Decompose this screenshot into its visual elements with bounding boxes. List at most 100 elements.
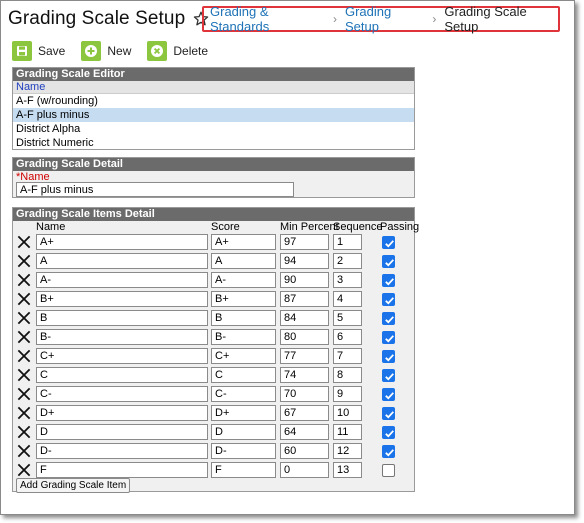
item-sequence-input[interactable] [333,462,362,478]
item-name-input[interactable] [36,234,208,250]
item-score-input[interactable] [211,291,276,307]
list-item[interactable]: A-F (w/rounding) [13,94,414,108]
item-min-percent-input[interactable] [280,424,329,440]
item-name-input[interactable] [36,253,208,269]
item-score-input[interactable] [211,386,276,402]
table-row [13,290,414,309]
item-min-percent-input[interactable] [280,405,329,421]
item-sequence-input[interactable] [333,253,362,269]
item-passing-checkbox[interactable] [382,407,395,420]
item-sequence-input[interactable] [333,386,362,402]
item-passing-checkbox[interactable] [382,388,395,401]
item-passing-checkbox[interactable] [382,236,395,249]
item-min-percent-input[interactable] [280,462,329,478]
delete-x-icon[interactable] [17,330,31,344]
item-sequence-input[interactable] [333,405,362,421]
item-passing-checkbox[interactable] [382,312,395,325]
delete-x-icon[interactable] [17,463,31,477]
item-score-input[interactable] [211,310,276,326]
item-score-input[interactable] [211,367,276,383]
toolbar: Save New Delete [12,40,224,62]
item-min-percent-input[interactable] [280,348,329,364]
item-min-percent-input[interactable] [280,443,329,459]
delete-x-icon[interactable] [17,235,31,249]
item-score-input[interactable] [211,424,276,440]
items-rows [13,233,414,480]
item-name-input[interactable] [36,424,208,440]
delete-x-icon[interactable] [17,387,31,401]
name-field[interactable] [16,182,294,197]
item-min-percent-input[interactable] [280,367,329,383]
delete-x-icon[interactable] [17,444,31,458]
delete-x-icon[interactable] [17,273,31,287]
item-sequence-input[interactable] [333,348,362,364]
save-icon [12,41,32,61]
save-button[interactable]: Save [12,41,65,61]
panel-header: Grading Scale Items Detail [13,208,414,221]
item-passing-checkbox[interactable] [382,274,395,287]
item-name-input[interactable] [36,329,208,345]
page-title: Grading Scale Setup [8,8,186,29]
item-score-input[interactable] [211,272,276,288]
list-item-selected[interactable]: A-F plus minus [13,108,414,122]
delete-button[interactable]: Delete [147,41,208,61]
delete-x-icon[interactable] [17,311,31,325]
item-passing-checkbox[interactable] [382,445,395,458]
breadcrumb-grading-standards[interactable]: Grading & Standards [210,4,325,34]
delete-x-icon[interactable] [17,292,31,306]
delete-x-icon[interactable] [17,368,31,382]
item-name-input[interactable] [36,310,208,326]
item-min-percent-input[interactable] [280,329,329,345]
item-name-input[interactable] [36,367,208,383]
item-sequence-input[interactable] [333,234,362,250]
item-sequence-input[interactable] [333,272,362,288]
item-name-input[interactable] [36,348,208,364]
item-passing-checkbox[interactable] [382,464,395,477]
item-min-percent-input[interactable] [280,253,329,269]
item-name-input[interactable] [36,386,208,402]
item-name-input[interactable] [36,291,208,307]
item-min-percent-input[interactable] [280,272,329,288]
list-item[interactable]: District Numeric [13,136,414,150]
item-passing-checkbox[interactable] [382,426,395,439]
column-header-name[interactable]: Name [13,81,414,94]
delete-x-icon[interactable] [17,406,31,420]
item-sequence-input[interactable] [333,329,362,345]
item-passing-checkbox[interactable] [382,255,395,268]
delete-x-icon[interactable] [17,349,31,363]
add-grading-scale-item-button[interactable]: Add Grading Scale Item [16,478,131,493]
item-min-percent-input[interactable] [280,234,329,250]
list-item[interactable]: District Alpha [13,122,414,136]
table-row [13,423,414,442]
item-sequence-input[interactable] [333,291,362,307]
column-header-passing: Passing [380,221,420,233]
delete-x-icon[interactable] [17,425,31,439]
item-score-input[interactable] [211,443,276,459]
item-passing-checkbox[interactable] [382,293,395,306]
item-name-input[interactable] [36,405,208,421]
breadcrumb-grading-setup[interactable]: Grading Setup [345,4,424,34]
item-passing-checkbox[interactable] [382,350,395,363]
item-score-input[interactable] [211,329,276,345]
item-sequence-input[interactable] [333,310,362,326]
item-score-input[interactable] [211,253,276,269]
item-min-percent-input[interactable] [280,291,329,307]
item-sequence-input[interactable] [333,443,362,459]
item-passing-checkbox[interactable] [382,331,395,344]
panel-header: Grading Scale Editor [13,68,414,81]
item-score-input[interactable] [211,348,276,364]
item-score-input[interactable] [211,234,276,250]
item-score-input[interactable] [211,462,276,478]
new-button[interactable]: New [81,41,131,61]
item-name-input[interactable] [36,272,208,288]
item-sequence-input[interactable] [333,367,362,383]
item-min-percent-input[interactable] [280,386,329,402]
item-name-input[interactable] [36,443,208,459]
delete-x-icon[interactable] [17,254,31,268]
item-sequence-input[interactable] [333,424,362,440]
item-score-input[interactable] [211,405,276,421]
item-name-input[interactable] [36,462,208,478]
item-min-percent-input[interactable] [280,310,329,326]
column-header-name: Name [36,221,66,233]
item-passing-checkbox[interactable] [382,369,395,382]
